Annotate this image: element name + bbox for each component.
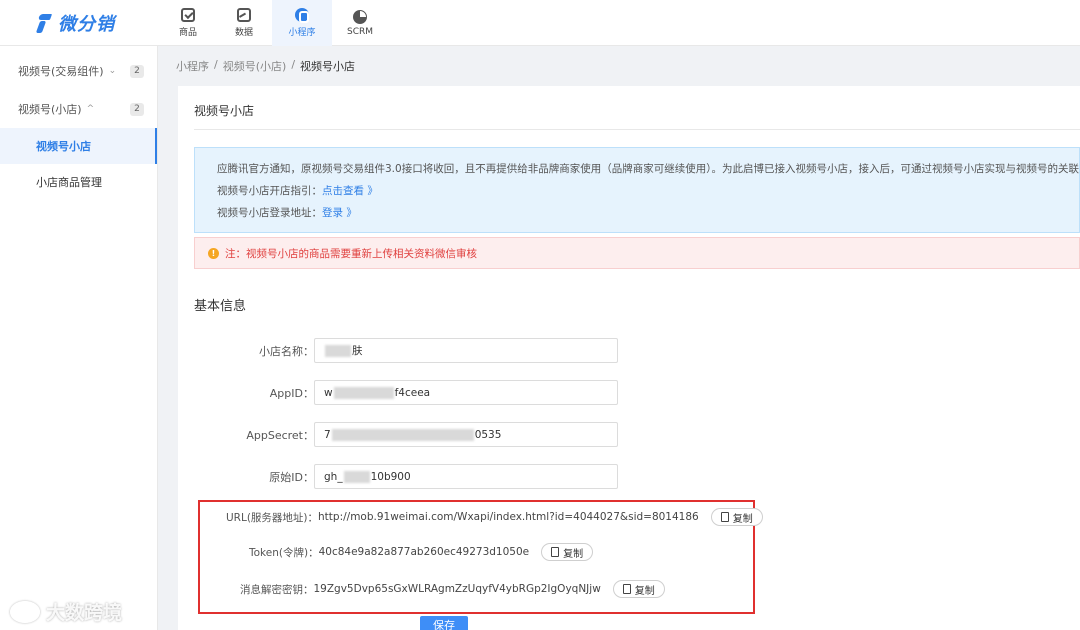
server-url-label: URL(服务器地址)： — [226, 511, 319, 524]
mini-program-icon — [295, 8, 309, 23]
notice-login-line: 视频号小店登录地址：登录 》 — [217, 202, 1057, 224]
login-link[interactable]: 登录 》 — [322, 207, 357, 219]
sidebar-group-channels-trade[interactable]: 视频号(交易组件) ⌄ 2 — [0, 52, 157, 90]
appid-input[interactable]: w f4ceea — [314, 380, 618, 405]
server-url-row: URL(服务器地址)： http://mob.91weimai.com/Wxap… — [226, 508, 763, 526]
sidebar-item-label: 视频号小店 — [36, 140, 91, 153]
warning-alert: ! 注：视频号小店的商品需要重新上传相关资料微信审核 — [194, 237, 1080, 269]
section-title: 基本信息 — [194, 299, 247, 314]
sidebar-group-label: 视频号(小店) — [18, 103, 82, 116]
main-nav-tabs: 商品 数据 小程序 SCRM — [160, 0, 388, 46]
nav-tab-label: 商品 — [178, 28, 197, 38]
redacted-mask — [331, 428, 474, 441]
aes-key-row: 消息解密密钥： 19Zgv5Dvp65sGxWLRAgmZzUqyfV4ybRG… — [240, 580, 665, 598]
shop-name-input[interactable]: 肤 — [314, 338, 618, 363]
watermark-logo — [10, 600, 40, 623]
count-badge: 2 — [130, 65, 144, 78]
server-url-value: http://mob.91weimai.com/Wxapi/index.html… — [318, 511, 699, 523]
nav-tab-label: 数据 — [234, 28, 253, 38]
shop-name-label: 小店名称： — [259, 344, 314, 358]
count-badge: 2 — [130, 103, 144, 116]
notice-guide-line: 视频号小店开店指引：点击查看 》 — [217, 180, 1057, 202]
logo-icon — [36, 12, 52, 34]
nav-tab-label: SCRM — [346, 26, 373, 37]
nav-tab-scrm[interactable]: SCRM — [332, 0, 388, 46]
notice-box: 应腾讯官方通知，原视频号交易组件3.0接口将收回，且不再提供给非品牌商家使用（品… — [194, 147, 1080, 233]
nav-tab-goods[interactable]: 商品 — [160, 0, 216, 46]
nav-tab-label: 小程序 — [288, 28, 316, 38]
copy-label: 复制 — [732, 513, 753, 525]
sidebar: 视频号(交易组件) ⌄ 2 视频号(小店) ^ 2 视频号小店 小店商品管理 — [0, 46, 158, 630]
redacted-mask — [325, 344, 351, 357]
sidebar-group-label: 视频号(交易组件) — [18, 65, 104, 78]
guide-link[interactable]: 点击查看 》 — [322, 185, 378, 197]
sidebar-group-channels-shop[interactable]: 视频号(小店) ^ 2 — [0, 90, 157, 128]
appsecret-suffix: 0535 — [474, 428, 502, 441]
appsecret-label: AppSecret： — [246, 428, 314, 442]
notice-text: 应腾讯官方通知，原视频号交易组件3.0接口将收回，且不再提供给非品牌商家使用（品… — [217, 163, 1079, 175]
sidebar-item-channels-shop[interactable]: 视频号小店 — [0, 128, 157, 164]
scrm-icon — [353, 9, 367, 24]
aes-key-label: 消息解密密钥： — [240, 583, 314, 596]
app-logo[interactable]: 微分销 — [36, 10, 115, 36]
page-title: 视频号小店 — [194, 104, 255, 118]
logo-text: 微分销 — [58, 14, 115, 35]
main-panel: 视频号小店 应腾讯官方通知，原视频号交易组件3.0接口将收回，且不再提供给非品牌… — [178, 86, 1080, 630]
sidebar-item-label: 小店商品管理 — [36, 176, 102, 189]
breadcrumb-current: 视频号小店 — [300, 60, 356, 73]
breadcrumb-separator: / — [291, 58, 296, 71]
appsecret-row: AppSecret： 7 0535 — [178, 422, 618, 447]
aes-key-value: 19Zgv5Dvp65sGxWLRAgmZzUqyfV4ybRGp2IgOyqN… — [313, 583, 601, 595]
divider — [194, 129, 1080, 130]
origin-id-prefix: gh_ — [324, 470, 343, 483]
notice-guide-label: 视频号小店开店指引： — [217, 185, 322, 197]
origin-id-input[interactable]: gh_ 10b900 — [314, 464, 618, 489]
shop-name-value: 肤 — [352, 345, 363, 357]
origin-id-label: 原始ID： — [269, 470, 314, 484]
chevron-down-icon: ⌄ — [108, 66, 117, 76]
copy-url-button[interactable]: 复制 — [710, 508, 763, 526]
breadcrumb-separator: / — [214, 58, 218, 71]
appid-suffix: f4ceea — [394, 386, 431, 399]
copy-label: 复制 — [634, 585, 655, 597]
save-button[interactable]: 保存 — [420, 616, 468, 630]
data-icon — [237, 8, 251, 22]
origin-id-suffix: 10b900 — [370, 470, 411, 483]
redacted-mask — [333, 386, 394, 399]
watermark: 大数跨境 — [10, 598, 122, 625]
notice-login-label: 视频号小店登录地址： — [217, 207, 322, 219]
redacted-mask — [343, 470, 370, 483]
shop-name-row: 小店名称： 肤 — [178, 338, 618, 363]
goods-icon — [181, 8, 195, 22]
nav-tab-data[interactable]: 数据 — [216, 0, 272, 46]
copy-icon — [551, 547, 560, 557]
copy-aes-key-button[interactable]: 复制 — [612, 580, 665, 598]
breadcrumb-item[interactable]: 小程序 — [176, 58, 209, 74]
breadcrumb-item[interactable]: 视频号(小店) — [223, 58, 287, 74]
appid-prefix: w — [324, 386, 333, 399]
warning-icon: ! — [208, 247, 219, 259]
chevron-up-icon: ^ — [86, 104, 95, 114]
appid-row: AppID： w f4ceea — [178, 380, 618, 405]
token-row: Token(令牌)： 40c84e9a82a877ab260ec49273d10… — [249, 543, 594, 561]
nav-tab-mini-program[interactable]: 小程序 — [272, 0, 332, 46]
breadcrumb: 小程序 / 视频号(小店) / 视频号小店 — [176, 58, 355, 74]
appid-label: AppID： — [269, 386, 314, 400]
copy-icon — [720, 512, 729, 522]
copy-token-button[interactable]: 复制 — [541, 543, 594, 561]
appsecret-prefix: 7 — [324, 428, 331, 441]
sidebar-item-shop-goods[interactable]: 小店商品管理 — [0, 164, 157, 200]
token-label: Token(令牌)： — [249, 546, 319, 559]
watermark-text: 大数跨境 — [46, 602, 123, 624]
appsecret-input[interactable]: 7 0535 — [314, 422, 618, 447]
copy-label: 复制 — [563, 548, 584, 560]
token-value: 40c84e9a82a877ab260ec49273d1050e — [318, 546, 530, 558]
top-navbar: 微分销 商品 数据 小程序 SCRM — [0, 0, 1080, 46]
origin-id-row: 原始ID： gh_ 10b900 — [178, 464, 618, 489]
copy-icon — [622, 584, 631, 594]
warning-text: 注：视频号小店的商品需要重新上传相关资料微信审核 — [225, 247, 477, 260]
